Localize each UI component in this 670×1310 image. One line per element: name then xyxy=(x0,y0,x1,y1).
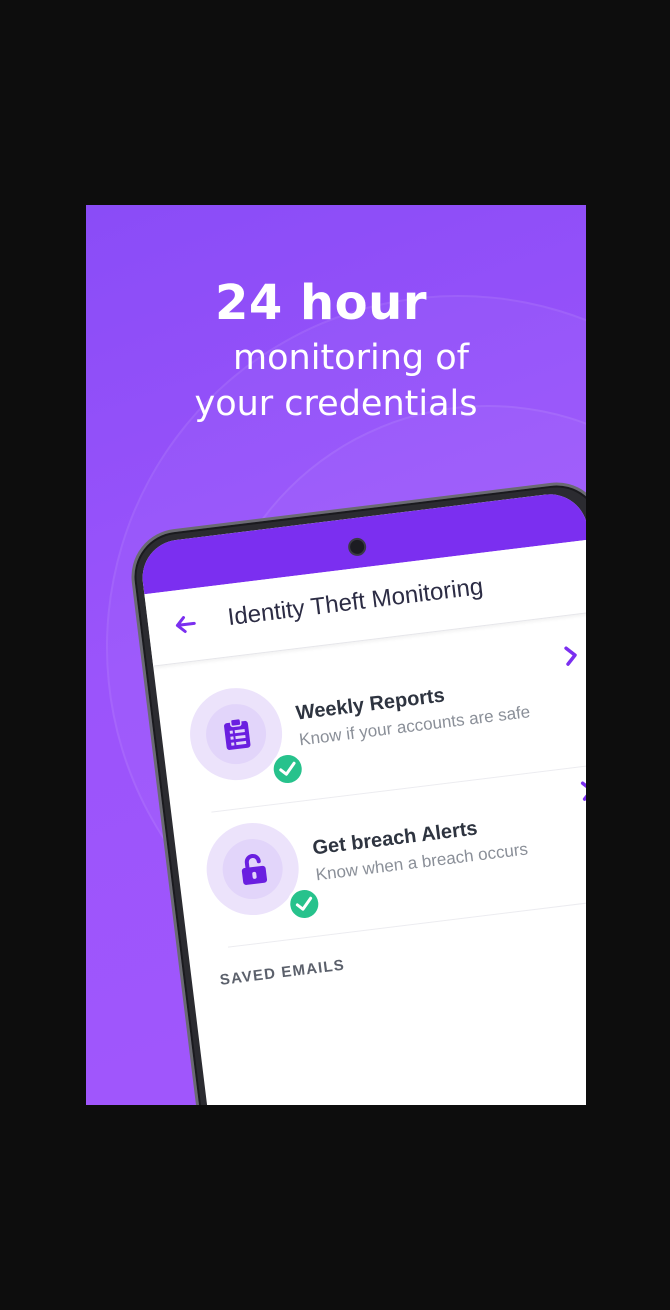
headline-secondary: monitoring of xyxy=(233,338,469,378)
back-arrow-icon[interactable] xyxy=(173,612,198,637)
clipboard-icon xyxy=(224,717,251,750)
section-label-saved-emails: SAVED EMAILS xyxy=(218,956,346,989)
row-icon-bubble xyxy=(201,817,324,923)
camera-icon xyxy=(347,536,368,557)
check-badge-icon xyxy=(285,885,324,923)
promo-card: 24 hour monitoring of your credentials I… xyxy=(86,205,586,1105)
headline-tertiary: your credentials xyxy=(194,384,478,424)
phone-screen: Identity Theft Monitoring Weekly Reports… xyxy=(138,489,586,1105)
phone-mockup: Identity Theft Monitoring Weekly Reports… xyxy=(126,476,586,1105)
chevron-right-icon[interactable] xyxy=(562,644,581,668)
headline: 24 hour monitoring of your credentials xyxy=(86,271,586,427)
row-icon-bubble xyxy=(184,682,307,788)
headline-primary: 24 hour xyxy=(215,275,427,331)
app-title: Identity Theft Monitoring xyxy=(226,572,485,632)
unlock-icon xyxy=(241,854,268,885)
chevron-right-icon[interactable] xyxy=(578,779,586,803)
check-badge-icon xyxy=(268,750,307,788)
